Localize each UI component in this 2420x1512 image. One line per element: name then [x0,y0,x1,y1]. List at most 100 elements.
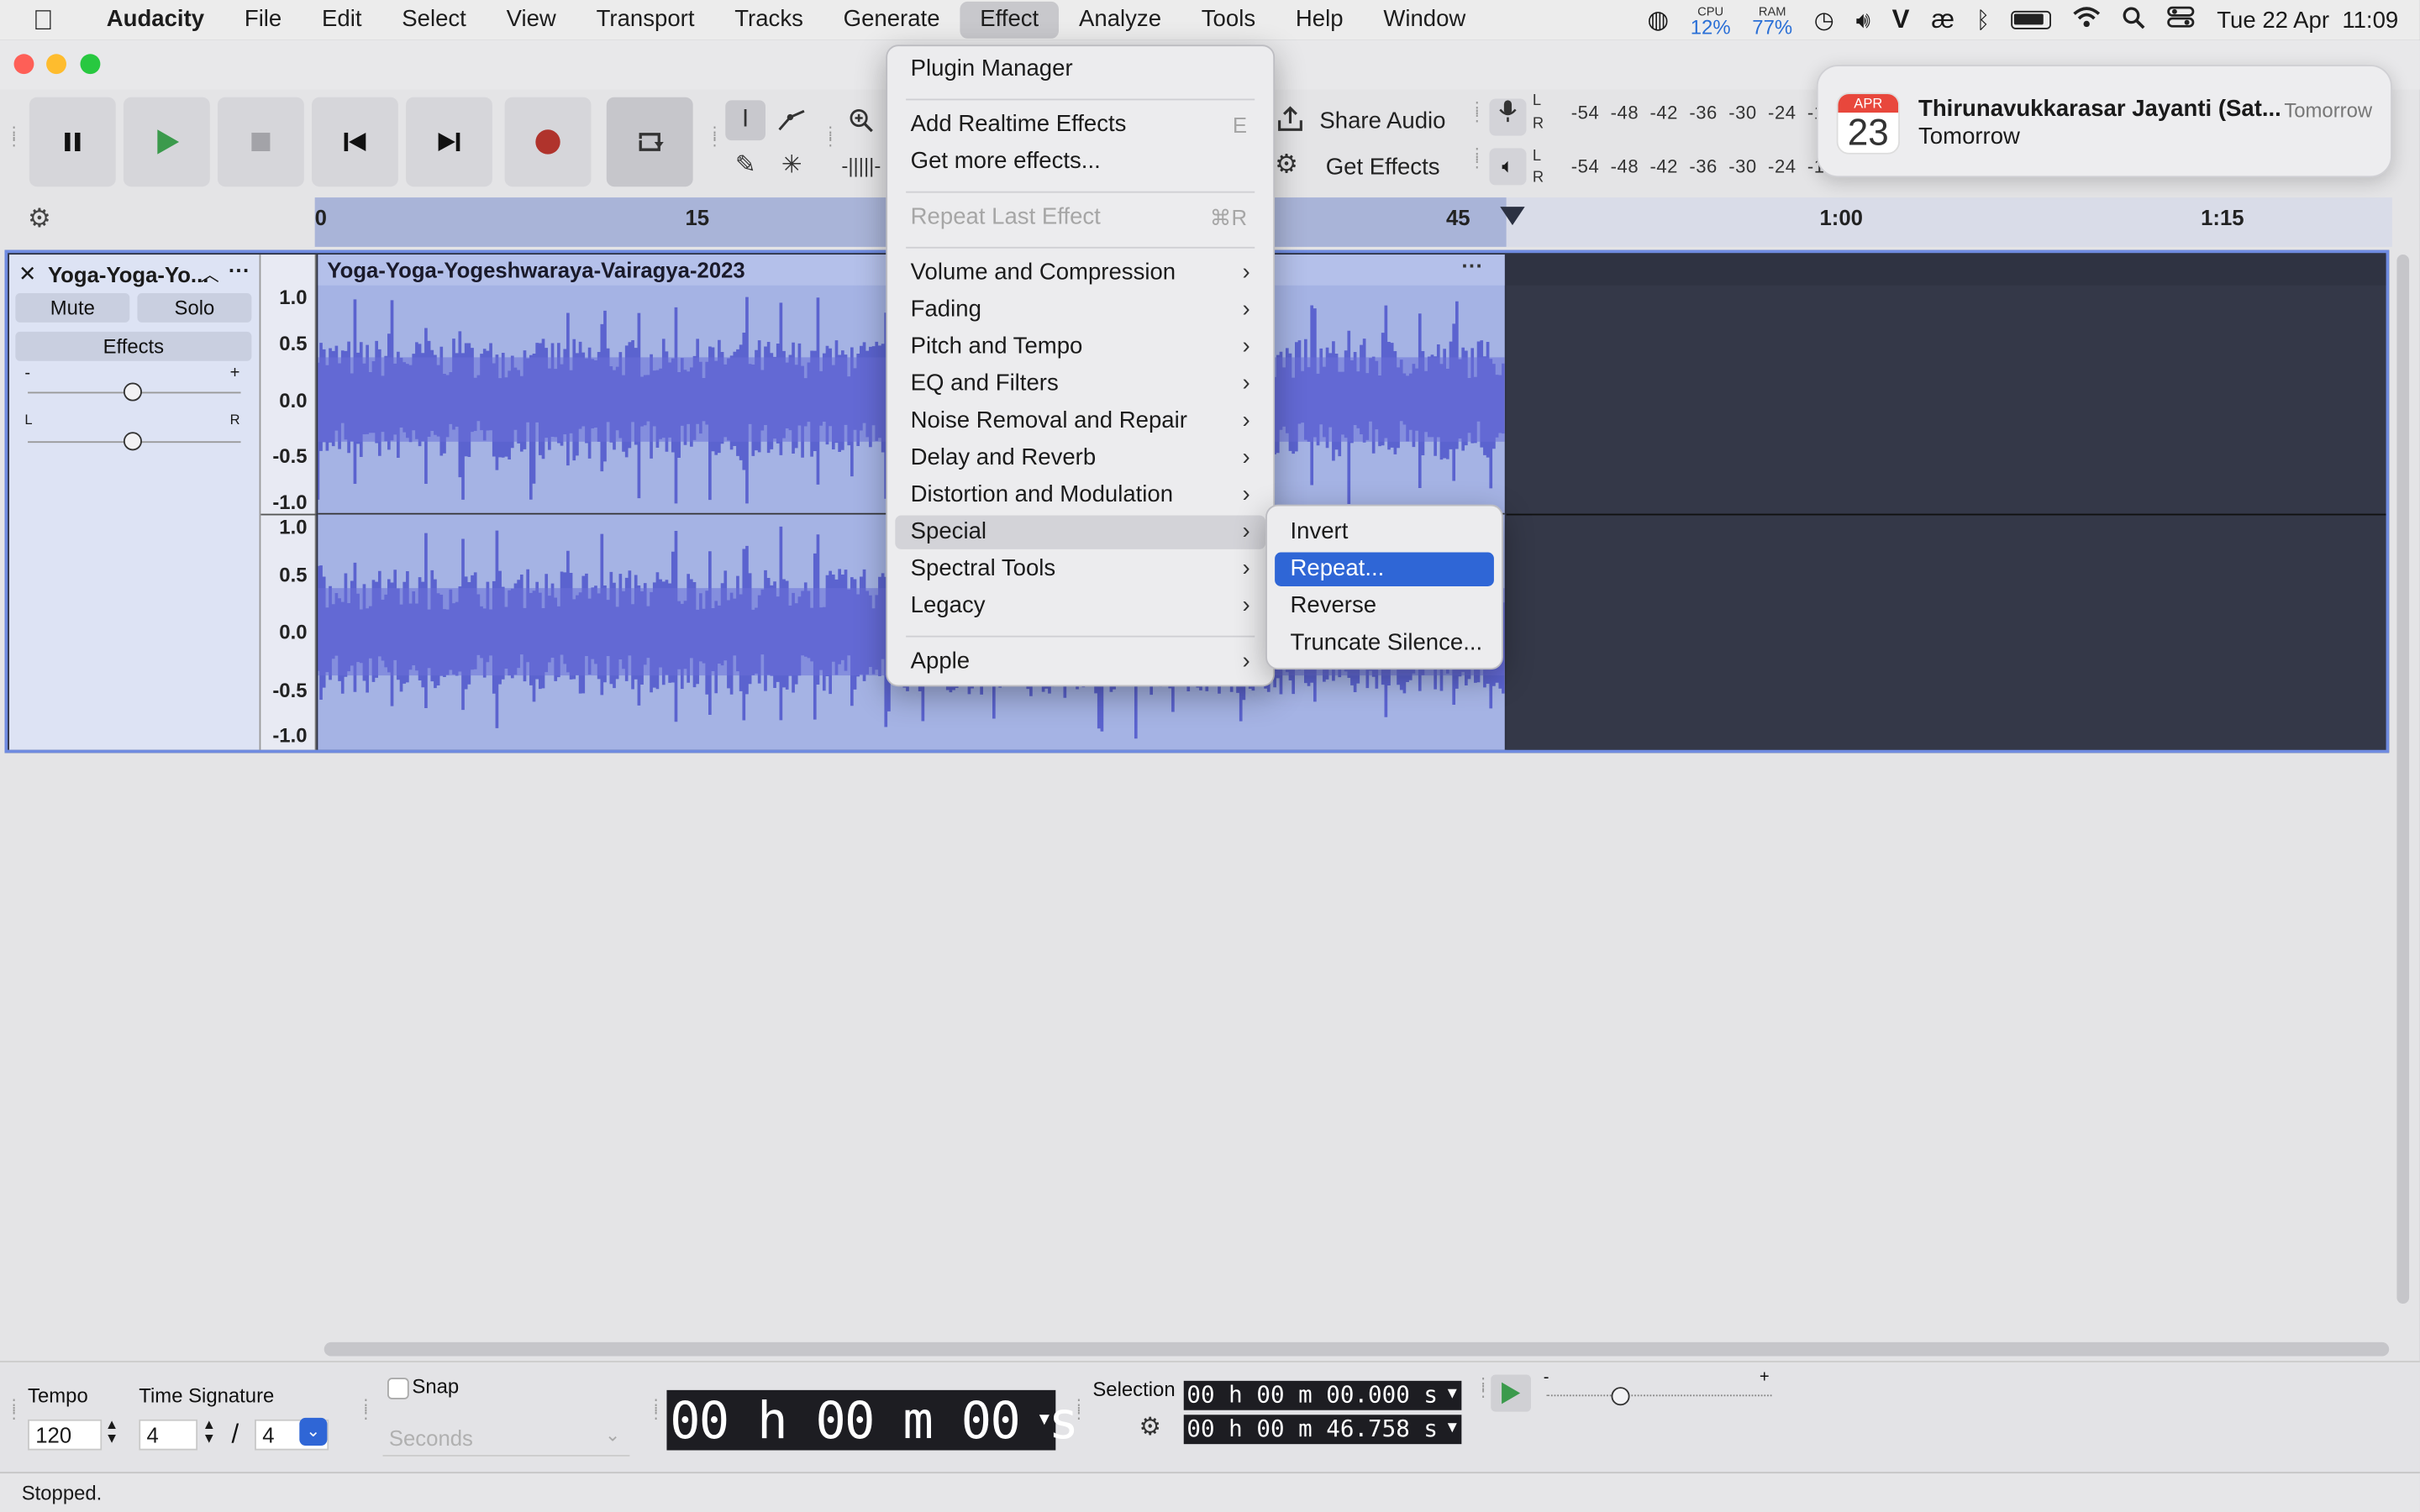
time-display[interactable]: 00 h 00 m 00 s ▼ [666,1389,1079,1451]
menu-item-add-realtime-effects[interactable]: Add Realtime Effects E [895,108,1265,142]
tempo-stepper-icon[interactable]: ▲ ▼ [105,1417,118,1446]
menu-item-delay-and-reverb[interactable]: Delay and Reverb › [895,441,1265,475]
spotlight-search-icon[interactable] [2123,5,2146,34]
menu-item-special[interactable]: Special › [895,515,1266,549]
play-at-speed-button[interactable] [1491,1374,1532,1412]
battery-icon[interactable] [2011,10,2052,29]
record-button[interactable] [504,97,592,187]
ae-app-icon[interactable]: æ [1931,5,1954,36]
vertical-scrollbar[interactable] [2396,255,2410,1305]
selection-tool-icon[interactable]: I [725,100,766,141]
menu-item-repeat[interactable]: Repeat... [1275,552,1494,586]
zoom-in-icon[interactable] [841,100,881,140]
snap-checkbox[interactable] [387,1378,409,1399]
ts-den-dropdown-icon[interactable]: ⌄ [299,1417,328,1446]
menu-select[interactable]: Select [381,0,486,40]
effects-button[interactable]: Effects [15,331,252,361]
calendar-notification[interactable]: APR 23 Thirunavukkarasar Jayanti (Sat...… [1816,65,2392,178]
zoom-window-button[interactable] [80,54,101,75]
trim-audio-icon[interactable]: -|||||- [841,145,881,186]
get-effects-icon[interactable]: ⚙︎ [1275,150,1298,181]
menu-item-apple[interactable]: Apple › [895,645,1265,679]
tempo-input[interactable]: 120 [28,1419,103,1451]
menu-item-spectral-tools[interactable]: Spectral Tools › [895,553,1265,586]
mute-button[interactable]: Mute [15,292,130,323]
draw-tool-icon[interactable]: ✎ [725,145,765,186]
ts-num-stepper-icon[interactable]: ▲ ▼ [203,1417,216,1446]
menu-item-reverse[interactable]: Reverse [1275,590,1494,623]
meter-grip-icon[interactable]: ⋮ ⋮ [1470,101,1485,124]
minimize-window-button[interactable] [46,54,66,75]
skip-to-end-button[interactable] [406,97,492,187]
snap-unit-select[interactable]: Seconds ⌄ [382,1422,630,1457]
gain-slider-thumb[interactable] [123,382,142,402]
ram-meter[interactable]: RAM 77% [1752,5,1792,38]
solo-button[interactable]: Solo [137,292,252,323]
bluetooth-icon[interactable]: ᛒ [1976,7,1991,33]
menu-item-invert[interactable]: Invert [1275,515,1494,549]
speed-slider-thumb[interactable] [1611,1387,1630,1406]
control-center-icon[interactable] [2167,6,2196,34]
menu-tools[interactable]: Tools [1181,0,1276,40]
share-audio-button[interactable]: Share Audio [1319,108,1445,134]
menu-edit[interactable]: Edit [302,0,381,40]
microphone-icon[interactable] [1489,98,1527,136]
menu-item-truncate-silence[interactable]: Truncate Silence... [1275,627,1494,660]
speaker-icon[interactable]: 🔈︎ [1489,148,1527,186]
menu-window[interactable]: Window [1363,0,1486,40]
selection-settings-icon[interactable]: ⚙︎ [1139,1412,1160,1443]
v-app-icon[interactable]: V [1892,5,1910,36]
activity-monitor-icon[interactable]: ◍ [1647,5,1669,36]
menu-tracks[interactable]: Tracks [714,0,823,40]
get-effects-button[interactable]: Get Effects [1326,155,1440,181]
edit-grip-icon[interactable]: ⋮ ⋮ [823,126,838,150]
apple-menu-icon[interactable]:  [0,4,87,37]
cpu-meter[interactable]: CPU 12% [1691,5,1731,38]
playback-meter-scale[interactable]: -54 -48 -42 -36 -30 -24 -18 [1571,156,1836,178]
menu-item-noise-removal-and-repair[interactable]: Noise Removal and Repair › [895,404,1265,438]
volume-icon[interactable]: 🔊︎ [1856,7,1870,33]
track-name-menu[interactable]: Yoga-Yoga-Yo... [48,262,208,286]
amplitude-scale[interactable]: 1.0 0.5 0.0 -0.5 -1.0 1.0 0.5 0.0 -0.5 -… [260,255,317,750]
play-at-speed-grip-icon[interactable]: ⋮ ⋮ [1476,1377,1491,1400]
selection-grip-icon[interactable]: ⋮ ⋮ [1071,1399,1086,1422]
menu-transport[interactable]: Transport [576,0,715,40]
menu-effect[interactable]: Effect [960,1,1060,39]
menu-analyze[interactable]: Analyze [1059,0,1181,40]
timeline-settings-icon[interactable]: ⚙︎ [28,203,51,234]
menu-item-volume-and-compression[interactable]: Volume and Compression › [895,256,1265,290]
envelope-tool-icon[interactable] [771,100,812,140]
menu-item-plugin-manager[interactable]: Plugin Manager [895,52,1265,86]
ts-numerator-input[interactable]: 4 [139,1419,198,1451]
menu-view[interactable]: View [487,0,576,40]
empty-track-area[interactable] [1506,255,2386,750]
record-meter-scale[interactable]: -54 -48 -42 -36 -30 -24 -1 [1571,102,1825,123]
tools-grip-icon[interactable]: ⋮ ⋮ [707,126,722,150]
selection-end-field[interactable]: 00 h 00 m 46.758 s ▼ [1183,1415,1462,1445]
share-audio-icon[interactable] [1275,105,1306,140]
track-control-panel[interactable]: ✕ Yoga-Yoga-Yo... ︿ ··· Mute Solo Effect… [9,255,261,750]
menu-item-eq-and-filters[interactable]: EQ and Filters › [895,367,1265,401]
play-button[interactable] [123,97,210,187]
skip-to-start-button[interactable] [312,97,398,187]
snap-grip-icon[interactable]: ⋮ ⋮ [358,1399,373,1422]
menu-item-pitch-and-tempo[interactable]: Pitch and Tempo › [895,330,1265,364]
menu-item-distortion-and-modulation[interactable]: Distortion and Modulation › [895,478,1265,512]
pan-slider-thumb[interactable] [123,432,142,451]
collapse-track-icon[interactable]: ︿ [201,260,219,286]
time-grip-icon[interactable]: ⋮ ⋮ [648,1399,663,1422]
selection-start-field[interactable]: 00 h 00 m 00.000 s ▼ [1183,1380,1462,1410]
horizontal-scrollbar[interactable] [324,1341,2390,1357]
stop-button[interactable] [217,97,304,187]
menu-generate[interactable]: Generate [823,0,960,40]
menu-app-audacity[interactable]: Audacity [87,0,224,40]
menu-item-fading[interactable]: Fading › [895,293,1265,327]
menu-item-get-more-effects[interactable]: Get more effects... [895,145,1265,179]
menu-file[interactable]: File [224,0,302,40]
menu-item-legacy[interactable]: Legacy › [895,590,1265,623]
timeline-ruler[interactable]: 0 15 45 1:00 1:15 [314,197,2392,247]
multi-tool-icon[interactable]: ✳ [771,145,812,186]
toolbar-grip-icon[interactable]: ⋮ ⋮ [6,126,21,150]
wifi-icon[interactable] [2073,6,2101,34]
menu-help[interactable]: Help [1276,0,1363,40]
